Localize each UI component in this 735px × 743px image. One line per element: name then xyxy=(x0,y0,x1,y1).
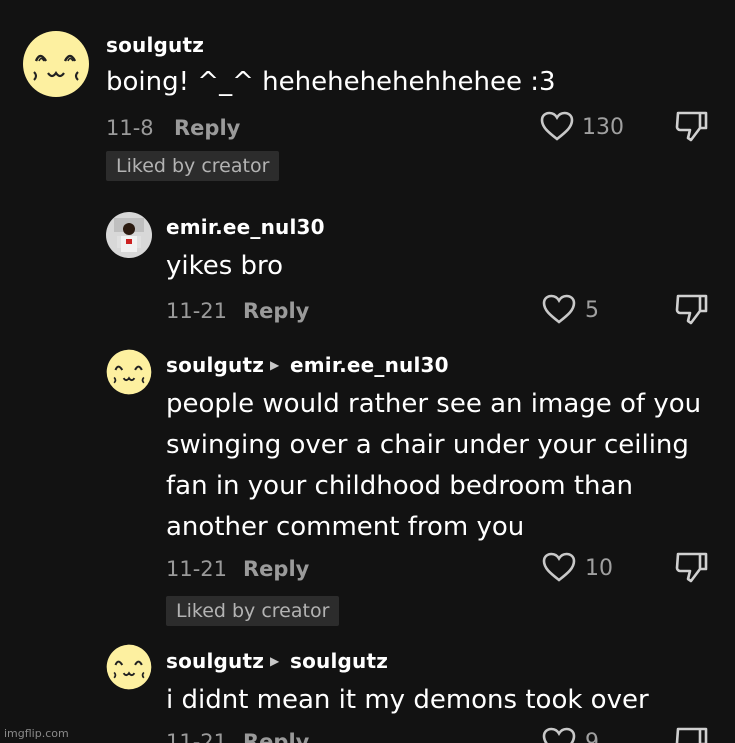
dislike-button[interactable] xyxy=(674,725,708,743)
like-count: 9 xyxy=(585,730,599,743)
like-count: 5 xyxy=(585,298,599,323)
heart-icon xyxy=(542,727,576,743)
comment-text: i didnt mean it my demons took over xyxy=(166,685,649,715)
like-count: 130 xyxy=(582,115,624,140)
comment-text: boing! ^_^ hehehehehehhehee :3 xyxy=(106,67,556,97)
comment-text-line: people would rather see an image of you xyxy=(166,389,702,419)
avatar-smiley[interactable] xyxy=(22,30,90,98)
reply-comment: soulgutz ▶ soulgutz i didnt mean it my d… xyxy=(0,635,735,743)
reply-to-username[interactable]: emir.ee_nul30 xyxy=(290,353,449,377)
liked-by-creator-badge: Liked by creator xyxy=(166,596,340,626)
comment-text-line: fan in your childhood bedroom than xyxy=(166,471,633,501)
comment-date: 11-21 xyxy=(166,730,228,743)
comment-username[interactable]: soulgutz xyxy=(106,33,204,57)
thumbs-down-icon xyxy=(675,727,708,743)
dislike-button[interactable] xyxy=(674,292,708,326)
comment-date: 11-21 xyxy=(166,557,228,581)
like-count: 10 xyxy=(585,556,613,581)
reply-arrow-icon: ▶ xyxy=(270,358,280,372)
comment-date: 11-21 xyxy=(166,299,228,323)
dislike-button[interactable] xyxy=(674,550,708,584)
comment: soulgutz boing! ^_^ hehehehehehhehee :3 … xyxy=(0,0,735,190)
like-button[interactable] xyxy=(542,552,576,582)
heart-icon xyxy=(542,552,576,582)
comment-text-line: swinging over a chair under your ceiling xyxy=(166,430,689,460)
avatar-smiley[interactable] xyxy=(106,349,152,395)
reply-button[interactable]: Reply xyxy=(243,557,309,581)
dislike-button[interactable] xyxy=(674,109,708,143)
heart-icon xyxy=(540,111,574,141)
comment-text: yikes bro xyxy=(166,251,284,281)
heart-icon xyxy=(542,294,576,324)
comment-text-line: another comment from you xyxy=(166,512,525,542)
reply-button[interactable]: Reply xyxy=(243,299,309,323)
reply-comment: emir.ee_nul30 yikes bro 11-21 Reply 5 xyxy=(0,195,735,335)
avatar-smiley[interactable] xyxy=(106,644,152,690)
reply-button[interactable]: Reply xyxy=(174,116,240,140)
like-button[interactable] xyxy=(542,727,576,743)
comment-date: 11-8 xyxy=(106,116,154,140)
reply-button[interactable]: Reply xyxy=(243,730,309,743)
thumbs-down-icon xyxy=(675,111,708,142)
thumbs-down-icon xyxy=(675,552,708,583)
comment-username[interactable]: soulgutz xyxy=(166,353,264,377)
reply-comment: soulgutz ▶ emir.ee_nul30 people would ra… xyxy=(0,340,735,630)
like-button[interactable] xyxy=(542,294,576,324)
thumbs-down-icon xyxy=(675,294,708,325)
liked-by-creator-badge: Liked by creator xyxy=(106,151,280,181)
comment-username[interactable]: soulgutz xyxy=(166,649,264,673)
comment-text: people would rather see an image of you … xyxy=(166,384,701,548)
like-button[interactable] xyxy=(540,111,574,141)
reply-arrow-icon: ▶ xyxy=(270,654,280,668)
reply-to-username[interactable]: soulgutz xyxy=(290,649,388,673)
avatar-photo[interactable] xyxy=(106,212,152,258)
comment-username[interactable]: emir.ee_nul30 xyxy=(166,215,325,239)
imgflip-watermark: imgflip.com xyxy=(4,727,69,740)
